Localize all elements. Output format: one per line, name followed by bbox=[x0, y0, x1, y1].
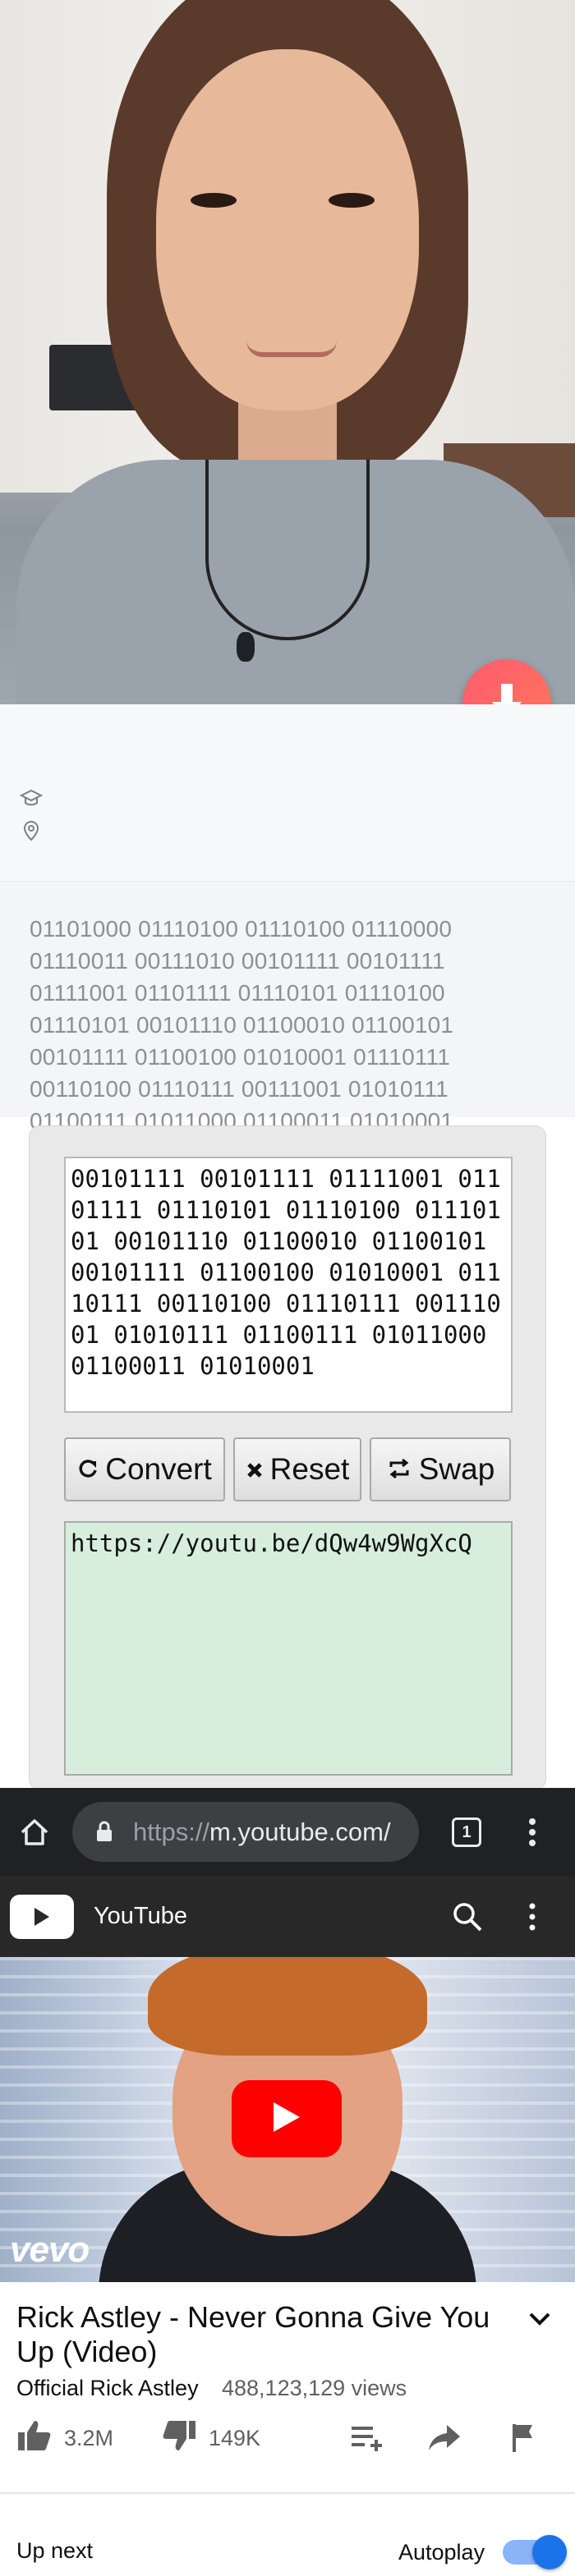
swap-button[interactable]: Swap bbox=[370, 1437, 511, 1501]
refresh-icon bbox=[77, 1452, 99, 1487]
lock-icon bbox=[95, 1820, 113, 1847]
screenshot-page: 01101000 01110100 01110100 01110000 0111… bbox=[0, 0, 575, 2576]
divider bbox=[0, 2492, 575, 2494]
like-count: 3.2M bbox=[64, 2425, 114, 2450]
chevron-down-icon[interactable] bbox=[526, 2305, 554, 2333]
binary-input-textarea[interactable]: 00101111 00101111 01111001 01101111 0111… bbox=[64, 1157, 513, 1413]
add-to-playlist-icon[interactable] bbox=[350, 2420, 386, 2456]
thumbs-up-icon bbox=[16, 2419, 53, 2458]
vevo-watermark: vevo bbox=[10, 2230, 90, 2270]
share-icon[interactable] bbox=[427, 2420, 462, 2456]
profile-meta bbox=[0, 704, 575, 881]
report-flag-icon[interactable] bbox=[511, 2420, 540, 2456]
dislike-button[interactable]: 149K bbox=[161, 2420, 260, 2456]
text-output-textarea[interactable]: https://youtu.be/dQw4w9WgXcQ bbox=[64, 1521, 513, 1776]
channel-name[interactable]: Official Rick Astley bbox=[16, 2376, 199, 2401]
thumbs-down-icon bbox=[161, 2419, 197, 2458]
swap-icon bbox=[386, 1452, 412, 1487]
more-vertical-icon[interactable] bbox=[526, 1816, 539, 1853]
browser-toolbar: https://m.youtube.com/ 1 bbox=[0, 1788, 575, 1877]
autoplay-toggle[interactable] bbox=[503, 2535, 567, 2569]
play-button[interactable] bbox=[232, 2080, 342, 2157]
tab-switcher-button[interactable]: 1 bbox=[452, 1817, 481, 1847]
search-icon[interactable] bbox=[452, 1901, 483, 1937]
url-text: https://m.youtube.com/ bbox=[133, 1817, 391, 1846]
video-player[interactable]: vevo bbox=[0, 1957, 575, 2282]
youtube-logo-icon[interactable] bbox=[10, 1895, 74, 1939]
graduation-cap-icon bbox=[19, 786, 44, 809]
address-bar[interactable]: https://m.youtube.com/ bbox=[72, 1802, 419, 1862]
reset-label: Reset bbox=[269, 1452, 350, 1486]
convert-button[interactable]: Convert bbox=[64, 1437, 225, 1501]
reset-button[interactable]: Reset bbox=[233, 1437, 361, 1501]
binary-converter: 00101111 00101111 01111001 01101111 0111… bbox=[29, 1125, 546, 1790]
video-title: Rick Astley - Never Gonna Give You Up (V… bbox=[16, 2300, 490, 2368]
home-icon[interactable] bbox=[18, 1816, 51, 1853]
autoplay-label: Autoplay bbox=[398, 2540, 485, 2565]
play-icon bbox=[272, 2101, 301, 2138]
like-button[interactable]: 3.2M bbox=[16, 2420, 113, 2456]
profile-bio: 01101000 01110100 01110100 01110000 0111… bbox=[0, 881, 575, 1134]
convert-label: Convert bbox=[105, 1452, 212, 1486]
up-next-label: Up next bbox=[16, 2538, 94, 2563]
profile-photo bbox=[0, 0, 575, 704]
youtube-header: YouTube bbox=[0, 1877, 575, 1957]
more-vertical-icon[interactable] bbox=[526, 1901, 539, 1937]
swap-label: Swap bbox=[418, 1452, 495, 1486]
bio-binary-text: 01101000 01110100 01110100 01110000 0111… bbox=[30, 916, 454, 1134]
close-icon bbox=[246, 1452, 264, 1487]
youtube-title: YouTube bbox=[94, 1903, 187, 1929]
dislike-count: 149K bbox=[209, 2425, 261, 2450]
view-count: 488,123,129 views bbox=[222, 2376, 407, 2400]
location-pin-icon bbox=[20, 819, 43, 842]
